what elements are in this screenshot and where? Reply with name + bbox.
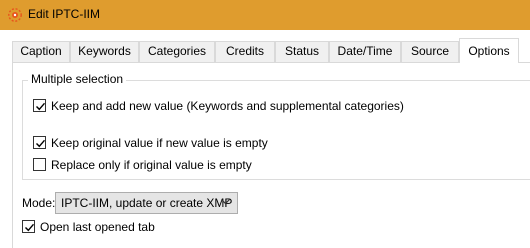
tab-credits[interactable]: Credits — [215, 41, 275, 62]
replace-only-checkbox[interactable] — [33, 158, 46, 171]
tab-date-time[interactable]: Date/Time — [329, 41, 401, 62]
mode-label: Mode: — [22, 196, 56, 210]
chevron-down-icon — [221, 199, 230, 205]
tab-label: Credits — [225, 44, 264, 58]
keep-original-label[interactable]: Keep original value if new value is empt… — [51, 136, 268, 150]
tab-caption[interactable]: Caption — [12, 41, 70, 62]
checkmark-icon — [36, 102, 46, 111]
keep-and-add-checkbox[interactable] — [33, 99, 46, 112]
open-last-tab-checkbox[interactable] — [22, 220, 35, 233]
tab-label: Caption — [20, 44, 62, 58]
tab-label: Keywords — [78, 44, 131, 58]
keep-original-checkbox[interactable] — [33, 136, 46, 149]
tab-categories[interactable]: Categories — [139, 41, 215, 62]
group-title: Multiple selection — [28, 72, 127, 86]
tab-label: Categories — [147, 44, 207, 58]
tab-keywords[interactable]: Keywords — [70, 41, 139, 62]
keep-and-add-label[interactable]: Keep and add new value (Keywords and sup… — [51, 99, 404, 113]
app-logo-icon — [7, 7, 23, 23]
tab-label: Status — [284, 44, 320, 58]
tab-label: Source — [410, 44, 450, 58]
mode-select-value: IPTC-IIM, update or create XMP — [61, 196, 233, 210]
title-bar: Edit IPTC-IIM — [0, 0, 530, 30]
tab-options[interactable]: Options — [459, 38, 519, 63]
checkmark-icon — [36, 139, 46, 148]
tab-status[interactable]: Status — [275, 41, 329, 62]
tab-label: Date/Time — [337, 44, 393, 58]
checkmark-icon — [25, 223, 35, 232]
window-title: Edit IPTC-IIM — [28, 7, 101, 21]
tab-label: Options — [468, 44, 510, 58]
replace-only-label[interactable]: Replace only if original value is empty — [51, 158, 252, 172]
mode-select[interactable]: IPTC-IIM, update or create XMP — [55, 192, 238, 214]
open-last-tab-label[interactable]: Open last opened tab — [40, 220, 155, 234]
tab-source[interactable]: Source — [401, 41, 459, 62]
